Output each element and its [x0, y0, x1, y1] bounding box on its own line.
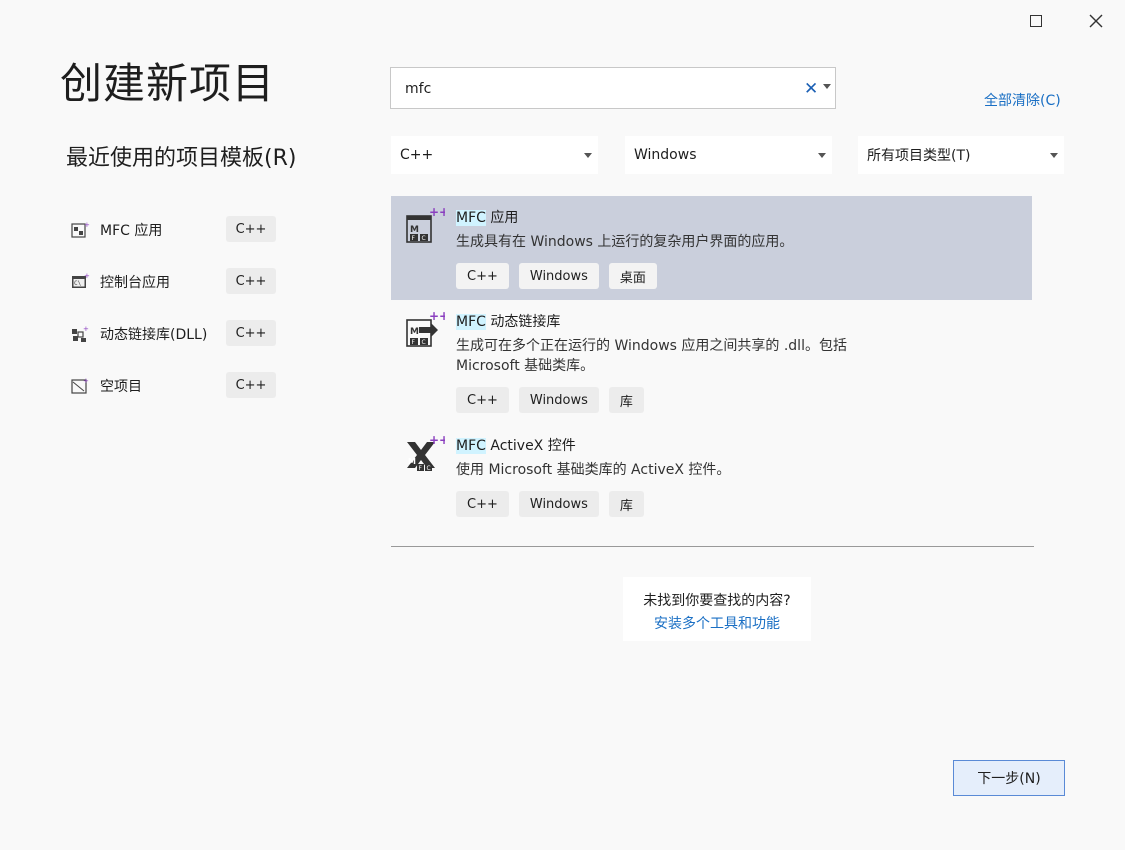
chevron-down-icon	[818, 153, 826, 158]
template-tags: C++ Windows 库	[456, 387, 644, 413]
dll-icon: +	[72, 325, 89, 342]
template-name: MFC 动态链接库	[456, 311, 560, 331]
tag: C++	[456, 387, 509, 413]
clear-all-link[interactable]: 全部清除(C)	[984, 90, 1061, 110]
recent-item-label: 控制台应用	[100, 275, 170, 291]
language-filter-value: C++	[400, 147, 434, 163]
language-tag: C++	[226, 372, 276, 398]
search-match-highlight: MFC	[456, 210, 486, 226]
svg-text:F: F	[412, 339, 416, 346]
template-description: 使用 Microsoft 基础类库的 ActiveX 控件。	[456, 462, 731, 478]
platform-filter[interactable]: Windows	[625, 136, 832, 174]
project-type-filter-value: 所有项目类型(T)	[867, 148, 971, 164]
tag: 桌面	[608, 263, 657, 289]
template-name-rest: 应用	[485, 210, 519, 226]
mfc-app-icon: M F C ++	[406, 206, 445, 243]
template-mfc-activex[interactable]: M F C ++ MFC ActiveX 控件 使用 Microsoft 基础类…	[391, 424, 1032, 528]
platform-filter-value: Windows	[634, 147, 697, 163]
template-mfc-dll[interactable]: M F C ++ MFC 动态链接库 生成可在多个正在运行的 Windows 应…	[391, 300, 1032, 424]
template-description: 生成具有在 Windows 上运行的复杂用户界面的应用。	[456, 234, 794, 250]
clear-search-icon[interactable]: ✕	[804, 79, 818, 99]
next-button[interactable]: 下一步(N)	[953, 760, 1065, 796]
recent-item-dll[interactable]: + 动态链接库(DLL) C++	[70, 308, 290, 360]
language-tag: C++	[226, 216, 276, 242]
chevron-down-icon	[584, 153, 592, 158]
chevron-down-icon	[1050, 153, 1058, 158]
search-match-highlight: MFC	[456, 314, 486, 330]
not-found-panel: 未找到你要查找的内容? 安装多个工具和功能	[623, 577, 811, 641]
maximize-button[interactable]	[1021, 8, 1051, 34]
recent-item-empty-project[interactable]: + 空项目 C++	[70, 360, 290, 412]
svg-text:C\: C\	[74, 280, 82, 287]
tag: Windows	[518, 263, 599, 289]
svg-text:C: C	[427, 465, 431, 472]
results-divider	[391, 546, 1034, 547]
close-icon	[1089, 14, 1103, 28]
svg-text:+: +	[83, 377, 89, 385]
template-name: MFC ActiveX 控件	[456, 435, 576, 455]
template-tags: C++ Windows 桌面	[456, 263, 657, 289]
search-match-highlight: MFC	[456, 438, 486, 454]
search-history-dropdown-icon[interactable]	[823, 84, 831, 89]
search-input[interactable]	[405, 78, 785, 100]
recent-templates-title: 最近使用的项目模板(R)	[66, 146, 297, 171]
mfc-dll-icon: M F C ++	[406, 310, 445, 347]
tag: Windows	[518, 387, 599, 413]
mfc-activex-icon: M F C ++	[407, 434, 445, 472]
language-filter[interactable]: C++	[391, 136, 598, 174]
console-app-icon: C\ +	[72, 272, 90, 288]
recent-item-label: 空项目	[100, 379, 142, 395]
svg-text:F: F	[419, 465, 423, 472]
recent-item-label: MFC 应用	[100, 223, 163, 239]
svg-text:C: C	[422, 235, 426, 242]
project-type-filter[interactable]: 所有项目类型(T)	[858, 136, 1064, 174]
mfc-app-icon: +	[71, 221, 90, 238]
not-found-question: 未找到你要查找的内容?	[643, 593, 791, 609]
recent-item-mfc-app[interactable]: + MFC 应用 C++	[70, 204, 290, 256]
tag: 库	[608, 491, 644, 517]
language-tag: C++	[226, 268, 276, 294]
template-mfc-app[interactable]: M F C ++ MFC 应用 生成具有在 Windows 上运行的复杂用户界面…	[391, 196, 1032, 300]
svg-text:M: M	[408, 457, 416, 466]
close-button[interactable]	[1081, 8, 1111, 34]
recent-templates-list: + MFC 应用 C++ C\ + 控制台应用 C++ + 动态链接库(DLL)…	[70, 204, 290, 412]
svg-text:M: M	[410, 327, 419, 337]
language-tag: C++	[226, 320, 276, 346]
recent-item-label: 动态链接库(DLL)	[100, 327, 208, 343]
svg-text:+: +	[83, 325, 89, 333]
svg-text:++: ++	[429, 206, 445, 219]
template-description: 生成可在多个正在运行的 Windows 应用之间共享的 .dll。包括 Micr…	[456, 338, 847, 374]
svg-text:+: +	[84, 221, 90, 229]
tag: C++	[456, 263, 509, 289]
svg-text:+: +	[84, 272, 90, 280]
svg-text:F: F	[412, 235, 416, 242]
maximize-icon	[1030, 15, 1042, 27]
svg-text:C: C	[422, 339, 426, 346]
svg-text:M: M	[410, 225, 419, 235]
svg-text:++: ++	[429, 310, 445, 323]
install-tools-link[interactable]: 安装多个工具和功能	[623, 613, 811, 633]
svg-text:++: ++	[429, 434, 445, 447]
template-name-rest: ActiveX 控件	[485, 438, 576, 454]
tag: C++	[456, 491, 509, 517]
empty-project-icon: +	[71, 377, 89, 394]
template-results-list: M F C ++ MFC 应用 生成具有在 Windows 上运行的复杂用户界面…	[391, 196, 1032, 528]
page-title: 创建新项目	[60, 59, 276, 108]
template-name: MFC 应用	[456, 207, 518, 227]
template-tags: C++ Windows 库	[456, 491, 644, 517]
tag: 库	[608, 387, 644, 413]
template-search-box: ✕	[390, 67, 836, 109]
tag: Windows	[518, 491, 599, 517]
recent-item-console-app[interactable]: C\ + 控制台应用 C++	[70, 256, 290, 308]
template-name-rest: 动态链接库	[485, 314, 561, 330]
